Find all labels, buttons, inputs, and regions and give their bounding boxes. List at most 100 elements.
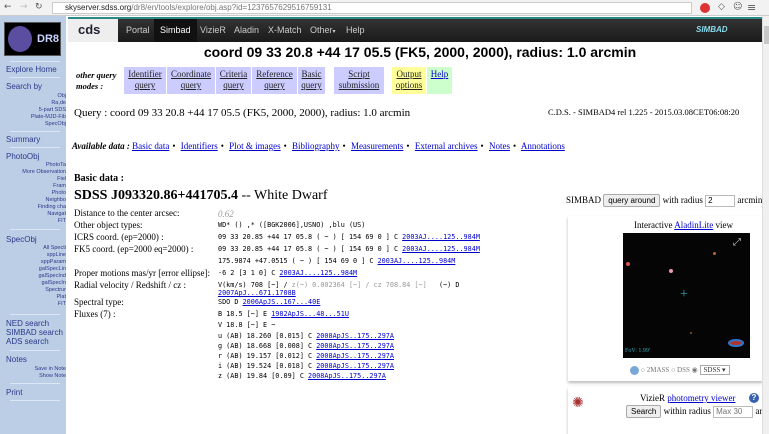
link-measurements[interactable]: Measurements (351, 141, 403, 151)
sidebar-search-specobj[interactable]: SpecObj (45, 121, 66, 127)
shield-icon[interactable]: ◇ (718, 2, 725, 12)
menu-xmatch[interactable]: X-Match (262, 19, 308, 42)
bibcode-link[interactable]: 2003AJ....125..984M (402, 245, 480, 253)
fullscreen-icon[interactable]: ⤢ (733, 237, 741, 248)
query-around-button[interactable]: query around (603, 194, 661, 207)
sidebar-spec-item[interactable]: Plat (57, 294, 66, 300)
sdss-logo[interactable]: DR8 (4, 22, 61, 56)
sidebar-spec-item[interactable]: galSpecInd (38, 273, 66, 279)
identifier-query-link[interactable]: Identifier query (124, 67, 166, 94)
sidebar-spec-item[interactable]: sppLine (47, 252, 66, 258)
sidebar-photoobj[interactable]: PhotoObj (6, 152, 39, 161)
sidebar-photo-item[interactable]: FIT (58, 218, 66, 224)
vizier-radius-input[interactable] (713, 405, 754, 418)
cds-logo[interactable]: cds (68, 19, 118, 42)
link-basic-data[interactable]: Basic data (132, 141, 169, 151)
reload-icon[interactable]: ↻ (35, 2, 43, 12)
sidebar-show-notes[interactable]: Show Note (39, 373, 66, 379)
bibcode-link[interactable]: 2008ApJS..175..297A (316, 362, 394, 370)
bibcode-link[interactable]: 2007ApJ...671.1708B (218, 289, 296, 297)
link-identifiers[interactable]: Identifiers (181, 141, 218, 151)
sidebar-explore-home[interactable]: Explore Home (6, 65, 57, 74)
sidebar-photo-item[interactable]: Finding cha (38, 204, 66, 210)
menu-icon[interactable]: ≡ (747, 1, 756, 14)
scrollbar[interactable] (762, 16, 769, 434)
coordinate-query-link[interactable]: Coordinate query (167, 67, 215, 94)
menu-portal[interactable]: Portal (120, 19, 156, 42)
help-icon[interactable]: ? (749, 393, 759, 403)
sidebar-photo-item[interactable]: Photo (52, 190, 66, 196)
sidebar-specobj[interactable]: SpecObj (6, 235, 37, 244)
bibcode-link[interactable]: 2003AJ....125..984M (402, 233, 480, 241)
sidebar-search-obj[interactable]: Obj (57, 93, 66, 99)
output-options-link[interactable]: Output options (392, 67, 426, 94)
sidebar-spec-item[interactable]: galSpecLin (39, 266, 66, 272)
sidebar-photo-item[interactable]: Fiel (57, 176, 66, 182)
sidebar-spec-item[interactable]: sppParam (41, 259, 66, 265)
bibcode-link[interactable]: 2008ApJS..175..297A (316, 342, 394, 350)
row-value: WD* () ,* ([BGK2006],USNO) ,blu (US) (218, 221, 365, 229)
aladinlite-link[interactable]: AladinLite (674, 220, 713, 230)
radio-sdss[interactable]: ◉ (692, 366, 698, 374)
sidebar-simbad-search[interactable]: SIMBAD search (6, 328, 63, 337)
bibcode-link[interactable]: 2003AJ....125..984M (279, 269, 357, 277)
link-external-archives[interactable]: External archives (415, 141, 478, 151)
link-bibliography[interactable]: Bibliography (292, 141, 340, 151)
sidebar-spec-item[interactable]: galSpecIn (42, 280, 66, 286)
row-value: r (AB) 19.157 [0.012] C 2008ApJS..175..2… (218, 352, 394, 360)
sidebar-photo-item[interactable]: Neighbo (46, 197, 67, 203)
sidebar-summary[interactable]: Summary (6, 135, 40, 144)
sidebar-notes: Notes (6, 355, 27, 364)
bibcode-link[interactable]: 2006ApJS..167...40E (243, 298, 321, 306)
sidebar-spec-item[interactable]: FIT (58, 301, 66, 307)
sidebar-photo-item[interactable]: PhotoTa (46, 162, 66, 168)
radio-2mass[interactable]: ○ (641, 366, 645, 374)
help-link[interactable]: Help (427, 67, 452, 94)
menu-help[interactable]: Help (340, 19, 371, 42)
sidebar-print[interactable]: Print (6, 388, 22, 397)
link-plot-images[interactable]: Plot & images (229, 141, 281, 151)
aladin-sky-view[interactable]: + ⤢ FoV: 1.99' (623, 233, 750, 358)
sidebar-photo-item[interactable]: Fram (53, 183, 66, 189)
radio-dss[interactable]: ○ (671, 366, 675, 374)
extension-icon[interactable]: ☺ (733, 2, 742, 12)
vizier-search-button[interactable]: Search (626, 405, 662, 418)
sidebar-photo-item[interactable]: Navigat (47, 211, 66, 217)
back-icon[interactable] (630, 366, 639, 375)
radius-unit: arcmin (737, 195, 763, 205)
sidebar-spec-item[interactable]: All Specti (43, 245, 66, 251)
forward-icon[interactable]: → (20, 2, 28, 12)
adblock-icon[interactable] (700, 3, 710, 13)
sidebar-search-5part[interactable]: 5-part SDS (39, 107, 66, 113)
sidebar-ads-search[interactable]: ADS search (6, 337, 49, 346)
radius-input[interactable] (705, 194, 736, 207)
survey-select[interactable]: SDSS ▾ (699, 365, 730, 376)
bibcode-link[interactable]: 2003AJ....125..984M (378, 257, 456, 265)
bibcode-link[interactable]: 2008ApJS..175..297A (316, 332, 394, 340)
address-bar[interactable]: skyserver.sdss.org/dr8/en/tools/explore/… (52, 2, 692, 14)
menu-other[interactable]: Other▾ (304, 19, 342, 42)
link-notes[interactable]: Notes (489, 141, 510, 151)
script-submission-link[interactable]: Script submission (334, 67, 384, 94)
menu-aladin[interactable]: Aladin (228, 19, 265, 42)
reference-query-link[interactable]: Reference query (252, 67, 297, 94)
bibcode-link[interactable]: 1982ApJS...48...51U (271, 310, 349, 318)
sidebar-ned-search[interactable]: NED search (6, 319, 49, 328)
sidebar-search-plate[interactable]: Plate-MJD-Fib (31, 114, 66, 120)
sidebar-spec-item[interactable]: Spectrur (45, 287, 66, 293)
simbad-brand-logo: SIMBAD (696, 25, 728, 34)
link-annotations[interactable]: Annotations (521, 141, 565, 151)
sidebar-photo-item[interactable]: More Observation (22, 169, 66, 175)
criteria-query-link[interactable]: Criteria query (216, 67, 251, 94)
scrollbar-thumb[interactable] (764, 26, 769, 44)
row-value: i (AB) 19.524 [0.018] C 2008ApJS..175..2… (218, 362, 394, 370)
menu-vizier[interactable]: VizieR (194, 19, 232, 42)
back-icon[interactable]: ← (4, 2, 12, 12)
basic-query-link[interactable]: Basic query (298, 67, 325, 94)
bibcode-link[interactable]: 2008ApJS..175..297A (308, 372, 386, 380)
sidebar-search-radec[interactable]: Ra,de (51, 100, 66, 106)
photometry-viewer-link[interactable]: photometry viewer (667, 393, 735, 403)
menu-simbad[interactable]: Simbad (154, 19, 197, 42)
sidebar-save-note[interactable]: Save in Note (35, 366, 67, 372)
bibcode-link[interactable]: 2008ApJS..175..297A (316, 352, 394, 360)
